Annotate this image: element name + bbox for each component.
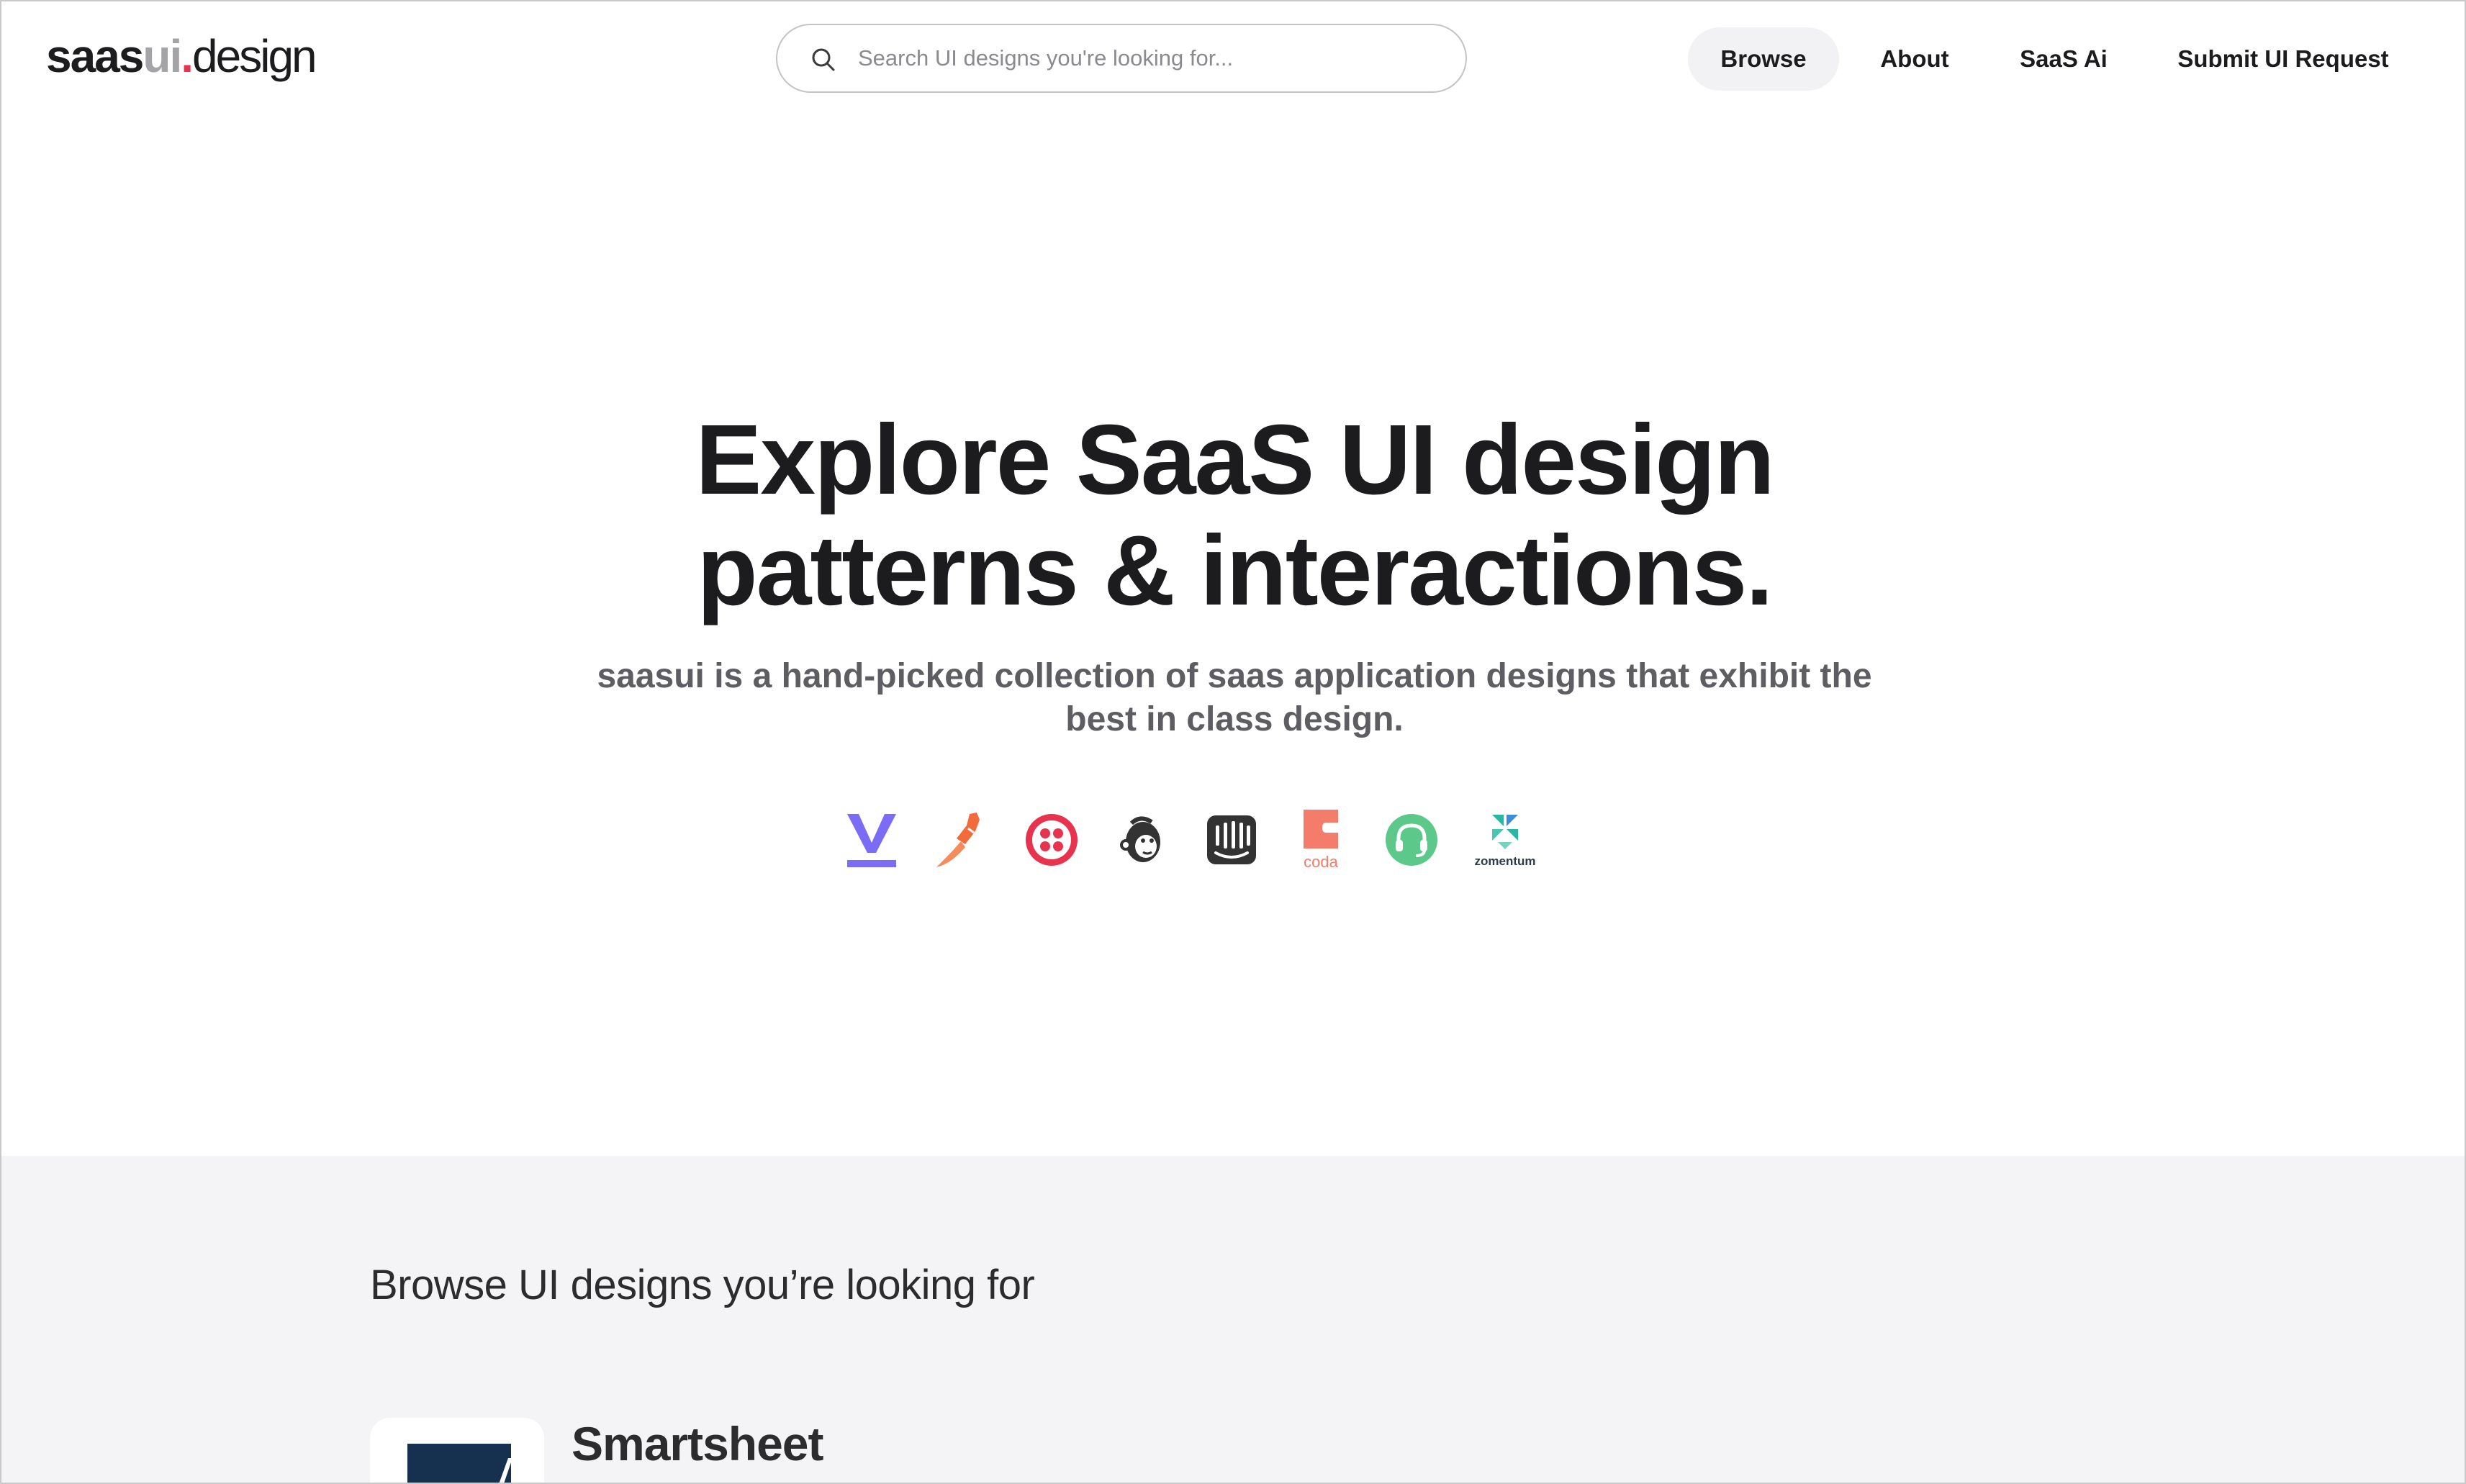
hero-subtitle-line-1: saasui is a hand-picked collection of sa… [597, 657, 1872, 695]
mailchimp-logo-icon[interactable] [1108, 807, 1173, 872]
site-header: saasui.design Browse About SaaS Ai Submi… [1, 1, 2465, 117]
smartsheet-card-logo[interactable] [370, 1418, 544, 1483]
smartsheet-card-title[interactable]: Smartsheet [572, 1416, 823, 1471]
hero-subtitle: saasui is a hand-picked collection of sa… [577, 655, 1892, 741]
nav-saas-ai[interactable]: SaaS Ai [2010, 27, 2118, 91]
main-nav: Browse About SaaS Ai Submit UI Request [1, 27, 2465, 91]
twilio-logo-icon[interactable] [1019, 807, 1084, 872]
hero-title-line-2: patterns & interactions. [697, 515, 1773, 626]
svg-text:coda: coda [1304, 853, 1338, 871]
browse-heading: Browse UI designs you’re looking for [370, 1262, 1035, 1308]
intercom-logo-icon[interactable] [1199, 807, 1264, 872]
nav-browse[interactable]: Browse [1688, 27, 1839, 91]
browse-section: Browse UI designs you’re looking for Sma… [1, 1156, 2465, 1483]
smartsheet-logo-icon [407, 1444, 511, 1483]
browser-viewport: saasui.design Browse About SaaS Ai Submi… [0, 0, 2466, 1484]
hero-title: Explore SaaS UI design patterns & intera… [1, 404, 2465, 626]
brush-logo-icon[interactable] [929, 807, 993, 872]
support-headset-logo-icon[interactable] [1379, 807, 1444, 872]
zomentum-logo-icon[interactable]: zomentum [1465, 807, 1545, 872]
nav-about[interactable]: About [1864, 27, 1965, 91]
v-logo-icon[interactable] [839, 807, 904, 872]
svg-text:zomentum: zomentum [1475, 854, 1536, 868]
coda-logo-icon[interactable]: coda [1288, 807, 1353, 872]
nav-submit-ui-request[interactable]: Submit UI Request [2161, 27, 2406, 91]
hero-title-line-1: Explore SaaS UI design [695, 404, 1775, 515]
brand-logo-strip: coda zomentum [839, 807, 1559, 872]
hero-subtitle-line-2: best in class design. [1065, 700, 1404, 738]
